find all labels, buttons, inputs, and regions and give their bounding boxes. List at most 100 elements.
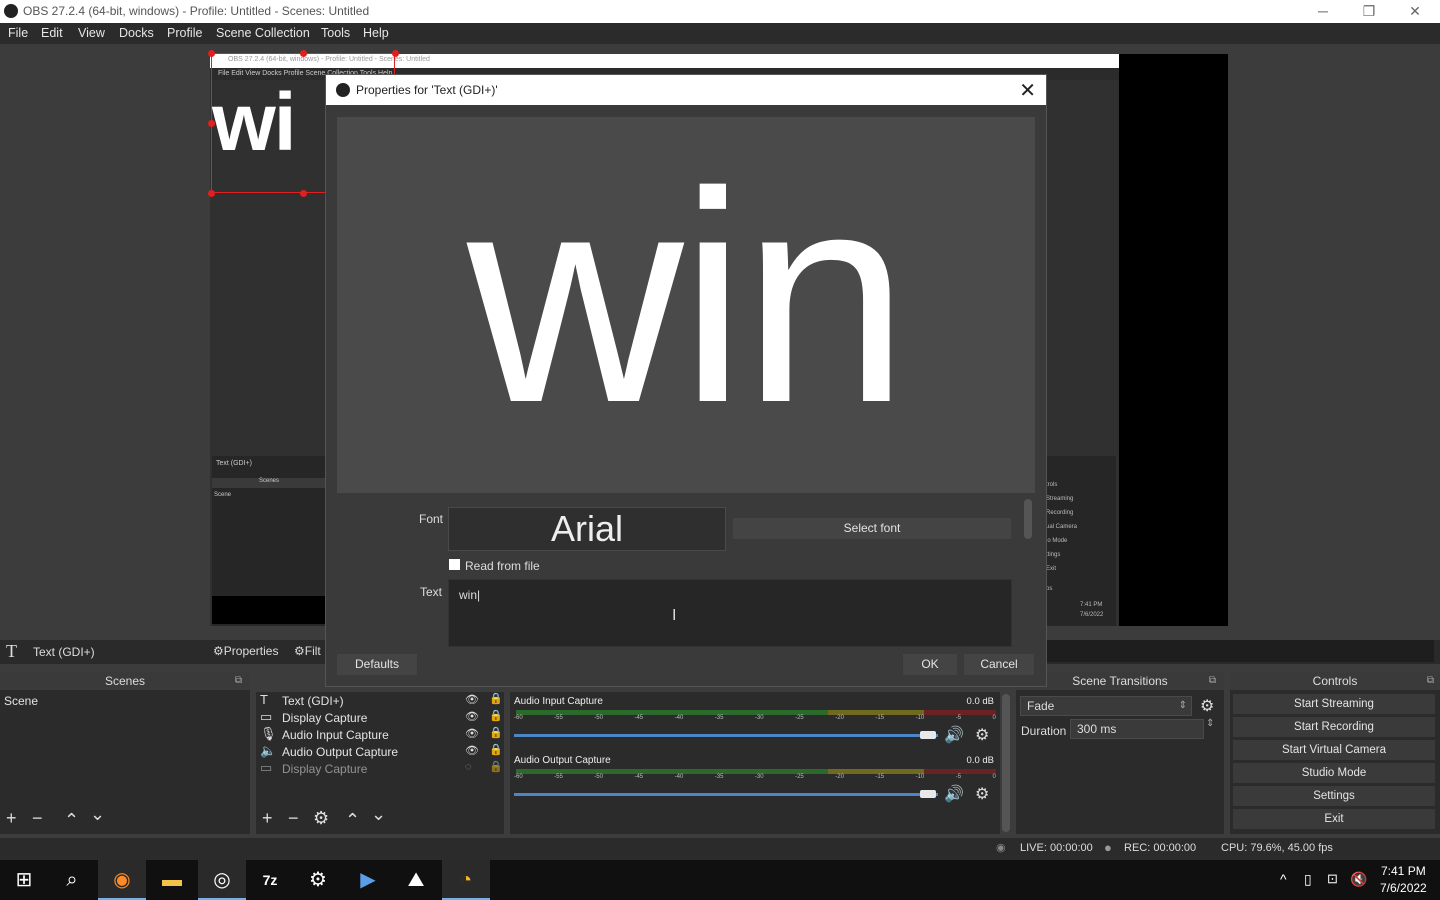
- lock-icon[interactable]: 🔒: [489, 709, 503, 722]
- source-row[interactable]: ▭ Display Capture 👁 🔒: [256, 709, 504, 726]
- defaults-button[interactable]: Defaults: [337, 654, 417, 675]
- eye-icon[interactable]: 👁: [465, 744, 479, 757]
- read-from-file-checkbox[interactable]: [449, 559, 460, 570]
- add-source-button[interactable]: +: [262, 808, 273, 829]
- maximize-button[interactable]: ❐: [1346, 0, 1392, 23]
- start-recording-button[interactable]: Start Recording: [1233, 717, 1435, 737]
- rec-indicator-icon: ●: [1104, 840, 1112, 855]
- menu-view[interactable]: View: [78, 26, 105, 40]
- eye-hidden-icon[interactable]: ◌: [465, 761, 472, 773]
- resize-handle[interactable]: [208, 120, 215, 127]
- clock-app-icon[interactable]: ◔: [442, 860, 490, 900]
- speaker-mute-icon[interactable]: 🔊: [944, 784, 964, 804]
- taskbar-clock-time[interactable]: 7:41 PM: [1381, 864, 1426, 878]
- gear-icon[interactable]: ⚙: [1200, 696, 1214, 716]
- network-icon[interactable]: ⊡: [1327, 871, 1338, 887]
- properties-scrollbar[interactable]: [1024, 499, 1032, 539]
- volume-slider-handle[interactable]: [920, 790, 936, 798]
- volume-slider-handle[interactable]: [920, 731, 936, 739]
- float-dock-icon[interactable]: ⧉: [235, 672, 242, 690]
- exit-button[interactable]: Exit: [1233, 809, 1435, 829]
- windows-start-icon[interactable]: ⊞: [0, 860, 48, 900]
- mixer-scrollbar[interactable]: [1002, 694, 1010, 832]
- source-properties-button[interactable]: ⚙: [313, 808, 329, 829]
- source-row[interactable]: T Text (GDI+) 👁 🔒: [256, 692, 504, 709]
- nested-ctrl: Streaming: [1046, 496, 1074, 502]
- obs-taskbar-icon[interactable]: ◎: [198, 860, 246, 900]
- gear-icon[interactable]: ⚙: [975, 725, 989, 745]
- menu-profile[interactable]: Profile: [167, 26, 202, 40]
- tick-label: -45: [634, 715, 644, 721]
- gear-icon[interactable]: ⚙: [975, 784, 989, 804]
- move-scene-up-button[interactable]: ⌃: [64, 810, 79, 831]
- move-scene-down-button[interactable]: ⌄: [90, 804, 105, 825]
- duration-input[interactable]: 300 ms: [1070, 719, 1204, 739]
- search-icon[interactable]: ⌕: [48, 860, 96, 900]
- tray-chevron-up-icon[interactable]: ^: [1280, 871, 1287, 887]
- source-row-hidden[interactable]: ▭ Display Capture ◌ 🔒: [256, 760, 504, 777]
- start-virtual-camera-button[interactable]: Start Virtual Camera: [1233, 740, 1435, 760]
- lock-icon[interactable]: 🔒: [489, 760, 503, 773]
- menu-docks[interactable]: Docks: [119, 26, 154, 40]
- settings-gear-icon[interactable]: ⚙: [294, 860, 342, 900]
- taskbar-clock-date[interactable]: 7/6/2022: [1380, 881, 1427, 895]
- resize-handle[interactable]: [208, 190, 215, 197]
- menu-file[interactable]: File: [8, 26, 28, 40]
- firefox-icon[interactable]: ◉: [98, 860, 146, 900]
- filters-button[interactable]: ⚙Filt: [294, 644, 321, 658]
- close-button[interactable]: ✕: [1392, 0, 1438, 23]
- settings-button[interactable]: Settings: [1233, 786, 1435, 806]
- remove-source-button[interactable]: −: [288, 808, 299, 829]
- transition-select[interactable]: Fade ⇕: [1020, 696, 1192, 716]
- scene-item[interactable]: Scene: [4, 694, 38, 708]
- menu-help[interactable]: Help: [363, 26, 389, 40]
- tick-label: -15: [875, 715, 885, 721]
- resize-handle[interactable]: [300, 190, 307, 197]
- ok-button[interactable]: OK: [903, 654, 957, 675]
- source-row[interactable]: 🎙 Audio Input Capture 👁 🔒: [256, 726, 504, 743]
- tick-label: -5: [955, 715, 962, 721]
- volume-muted-icon[interactable]: 🔇: [1350, 871, 1367, 888]
- move-source-up-button[interactable]: ⌃: [345, 810, 360, 831]
- source-name: Text (GDI+): [282, 694, 344, 708]
- lock-icon[interactable]: 🔒: [489, 692, 503, 705]
- select-font-button[interactable]: Select font: [733, 518, 1011, 539]
- photos-icon[interactable]: ⛰: [392, 860, 440, 900]
- menu-edit[interactable]: Edit: [41, 26, 63, 40]
- menu-tools[interactable]: Tools: [321, 26, 350, 40]
- start-streaming-button[interactable]: Start Streaming: [1233, 694, 1435, 714]
- minimize-button[interactable]: ─: [1300, 0, 1346, 23]
- properties-button[interactable]: ⚙Properties: [213, 644, 278, 658]
- menu-scene-collection[interactable]: Scene Collection: [216, 26, 310, 40]
- nested-source-name: Text (GDI+): [216, 460, 252, 467]
- duration-stepper-icon[interactable]: ⇕: [1206, 718, 1214, 729]
- properties-dialog: Properties for 'Text (GDI+)' ✕ win Font …: [325, 74, 1047, 687]
- cancel-button[interactable]: Cancel: [964, 654, 1034, 675]
- resize-handle[interactable]: [392, 50, 399, 57]
- remove-scene-button[interactable]: −: [32, 808, 43, 829]
- source-row[interactable]: 🔈 Audio Output Capture 👁 🔒: [256, 743, 504, 760]
- text-input[interactable]: win|: [448, 579, 1012, 647]
- lock-icon[interactable]: 🔒: [489, 726, 503, 739]
- studio-mode-button[interactable]: Studio Mode: [1233, 763, 1435, 783]
- battery-icon[interactable]: ▯: [1304, 871, 1312, 888]
- obs-logo-icon: [336, 83, 350, 97]
- add-scene-button[interactable]: +: [6, 808, 17, 829]
- lock-icon[interactable]: 🔒: [489, 743, 503, 756]
- eye-icon[interactable]: 👁: [465, 693, 479, 706]
- resize-handle[interactable]: [208, 50, 215, 57]
- volume-slider[interactable]: [514, 734, 938, 737]
- eye-icon[interactable]: 👁: [465, 710, 479, 723]
- volume-slider[interactable]: [514, 793, 938, 796]
- float-dock-icon[interactable]: ⧉: [1209, 672, 1216, 690]
- float-dock-icon[interactable]: ⧉: [1427, 672, 1434, 690]
- resize-handle[interactable]: [300, 50, 307, 57]
- 7zip-icon[interactable]: 7z: [246, 860, 294, 900]
- powershell-icon[interactable]: ▶: [344, 860, 392, 900]
- speaker-mute-icon[interactable]: 🔊: [944, 725, 964, 745]
- file-explorer-icon[interactable]: ▬: [148, 860, 196, 900]
- mixer-channel-name: Audio Output Capture: [514, 755, 611, 766]
- move-source-down-button[interactable]: ⌄: [371, 804, 386, 825]
- dialog-close-icon[interactable]: ✕: [1019, 78, 1036, 103]
- eye-icon[interactable]: 👁: [465, 727, 479, 740]
